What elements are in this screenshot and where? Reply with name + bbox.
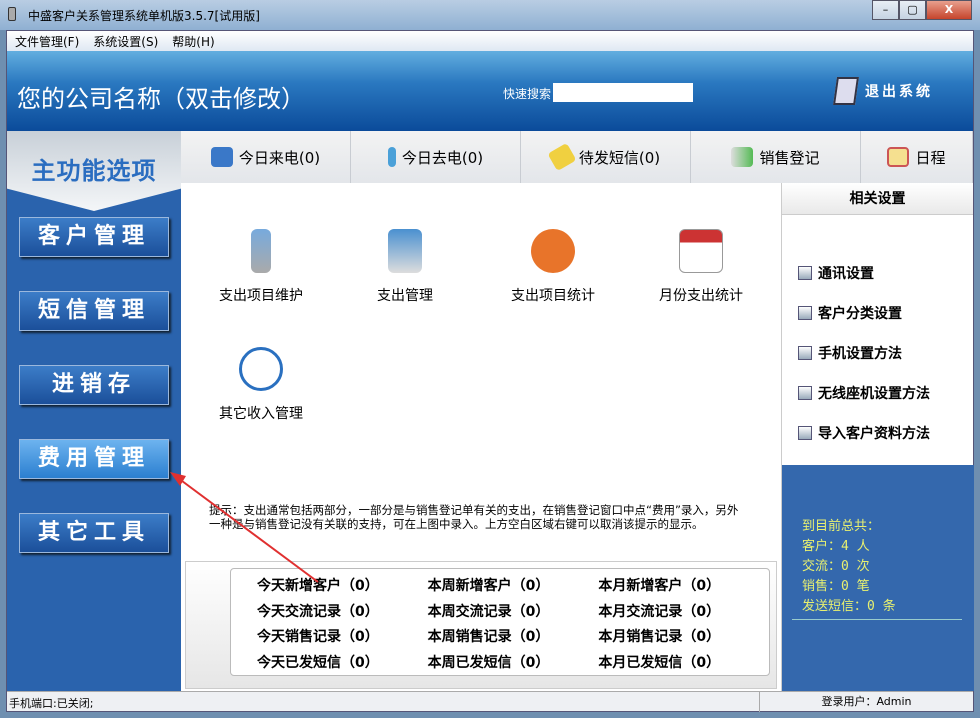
nav-other-tools[interactable]: 其它工具 xyxy=(19,513,169,553)
calendar-icon xyxy=(679,229,723,273)
stat-item: 今天新增客户（0） xyxy=(257,578,379,594)
tab-outgoing-calls[interactable]: 今日去电(0) xyxy=(351,131,521,183)
menu-system-settings[interactable]: 系统设置(S) xyxy=(93,33,158,50)
stat-item: 今天交流记录（0） xyxy=(257,603,379,620)
exit-button[interactable]: 退出系统 xyxy=(833,77,933,105)
link-label: 客户分类设置 xyxy=(818,306,902,322)
link-phone-setup[interactable]: 手机设置方法 xyxy=(798,343,902,363)
title-bar: 中盛客户关系管理系统单机版3.5.7[试用版] – ▢ X xyxy=(0,0,980,30)
sidebar: 主功能选项 客户管理 短信管理 进销存 费用管理 其它工具 xyxy=(7,131,181,691)
port-status: 手机端口:已关闭; xyxy=(9,697,94,710)
menu-bar: 文件管理(F) 系统设置(S) 帮助(H) xyxy=(7,31,973,51)
login-user: 登录用户：Admin xyxy=(759,692,973,712)
document-icon xyxy=(798,266,812,280)
link-label: 无线座机设置方法 xyxy=(818,386,930,402)
header-banner: 您的公司名称（双击修改） 快速搜索 退出系统 xyxy=(7,51,973,131)
stat-item: 本月新增客户（0） xyxy=(598,578,721,594)
tab-label: 今日去电(0) xyxy=(401,148,484,167)
expense-management[interactable]: 支出管理 xyxy=(345,229,465,305)
expense-item-statistics[interactable]: 支出项目统计 xyxy=(493,229,613,305)
app-icon xyxy=(8,7,16,21)
tab-schedule[interactable]: 日程 xyxy=(861,131,973,183)
link-import-customers[interactable]: 导入客户资料方法 xyxy=(798,423,930,443)
stat-item: 本周新增客户（0） xyxy=(427,578,550,594)
tab-label: 销售登记 xyxy=(759,148,820,167)
math-operators-icon xyxy=(531,229,575,273)
function-label: 其它收入管理 xyxy=(219,406,303,422)
menu-help[interactable]: 帮助(H) xyxy=(172,33,214,50)
sidebar-title: 主功能选项 xyxy=(7,131,181,211)
document-icon xyxy=(798,426,812,440)
settings-panel: 相关设置 通讯设置 客户分类设置 手机设置方法 无线座机设置方法 导入客户资料方… xyxy=(781,183,974,691)
monthly-expense-statistics[interactable]: 月份支出统计 xyxy=(641,229,761,305)
stat-item: 本周已发短信（0） xyxy=(427,654,550,671)
function-label: 支出管理 xyxy=(377,288,433,304)
calendar-clock-icon xyxy=(887,147,910,167)
function-label: 支出项目统计 xyxy=(511,288,595,304)
nav-expense-management[interactable]: 费用管理 xyxy=(19,439,169,479)
calculator-icon xyxy=(251,229,271,273)
envelope-icon xyxy=(547,142,577,172)
tab-label: 待发短信(0) xyxy=(578,148,661,167)
monitor-icon xyxy=(833,77,859,105)
tab-incoming-calls[interactable]: 今日来电(0) xyxy=(181,131,351,183)
phone-in-icon xyxy=(210,147,233,167)
link-label: 通讯设置 xyxy=(818,266,874,282)
stat-item: 今天销售记录（0） xyxy=(257,629,379,645)
tip-text: 提示：支出通常包括两部分，一部分是与销售登记单有关的支出，在销售登记窗口中点“费… xyxy=(209,503,739,531)
statistics-panel: 今天新增客户（0） 本周新增客户（0） 本月新增客户（0） 今天交流记录（0） 本周交流… xyxy=(185,561,777,689)
divider xyxy=(792,619,962,620)
main-content: 支出项目维护 支出管理 支出项目统计 月份支出统计 其它收入管理 提示：支出通常… xyxy=(181,183,781,691)
expense-item-maintenance[interactable]: 支出项目维护 xyxy=(201,229,321,305)
search-label: 快速搜索 xyxy=(503,87,552,101)
totals-heading: 到目前总共： xyxy=(802,519,881,534)
totals-sales: 销售：0 笔 xyxy=(802,579,870,594)
link-label: 手机设置方法 xyxy=(818,346,902,362)
minimize-button[interactable]: – xyxy=(872,0,899,20)
sales-icon xyxy=(731,147,754,167)
phone-out-icon xyxy=(387,147,396,167)
nav-sms-management[interactable]: 短信管理 xyxy=(19,291,169,331)
stat-item: 本月交流记录（0） xyxy=(598,603,721,620)
totals-sms: 发送短信：0 条 xyxy=(802,599,896,614)
maximize-button[interactable]: ▢ xyxy=(899,0,926,20)
stat-item: 本月销售记录（0） xyxy=(598,629,721,645)
tab-sales-register[interactable]: 销售登记 xyxy=(691,131,861,183)
stat-item: 本月已发短信（0） xyxy=(598,654,721,671)
function-label: 支出项目维护 xyxy=(219,288,303,304)
close-button[interactable]: X xyxy=(926,0,972,20)
spreadsheet-icon xyxy=(388,229,422,273)
stat-item: 本周交流记录（0） xyxy=(427,603,550,620)
tab-label: 今日来电(0) xyxy=(238,148,321,167)
status-bar: 手机端口:已关闭; 登录用户：Admin xyxy=(7,691,973,712)
totals-communications: 交流：0 次 xyxy=(802,559,870,574)
link-communication-settings[interactable]: 通讯设置 xyxy=(798,263,874,283)
link-wireless-phone-setup[interactable]: 无线座机设置方法 xyxy=(798,383,930,403)
link-customer-category-settings[interactable]: 客户分类设置 xyxy=(798,303,902,323)
function-label: 月份支出统计 xyxy=(659,288,743,304)
settings-title: 相关设置 xyxy=(782,183,973,215)
other-income-management[interactable]: 其它收入管理 xyxy=(201,347,321,423)
window-title: 中盛客户关系管理系统单机版3.5.7[试用版] xyxy=(28,9,260,23)
stat-item: 今天已发短信（0） xyxy=(257,654,379,671)
company-name[interactable]: 您的公司名称（双击修改） xyxy=(17,79,305,114)
stat-item: 本周销售记录（0） xyxy=(427,629,550,645)
clock-coins-icon xyxy=(239,347,283,391)
tab-label: 日程 xyxy=(915,148,946,167)
exit-label: 退出系统 xyxy=(865,84,933,100)
link-label: 导入客户资料方法 xyxy=(818,426,930,442)
document-icon xyxy=(798,306,812,320)
totals-customers: 客户：4 人 xyxy=(802,539,870,554)
document-icon xyxy=(798,386,812,400)
quick-search-input[interactable] xyxy=(553,83,693,102)
nav-inventory[interactable]: 进销存 xyxy=(19,365,169,405)
tab-pending-sms[interactable]: 待发短信(0) xyxy=(521,131,691,183)
nav-customer-management[interactable]: 客户管理 xyxy=(19,217,169,257)
quick-tabs: 今日来电(0) 今日去电(0) 待发短信(0) 销售登记 日程 xyxy=(181,131,973,183)
menu-file[interactable]: 文件管理(F) xyxy=(15,33,79,50)
totals-panel: 到目前总共： 客户：4 人 交流：0 次 销售：0 笔 发送短信：0 条 xyxy=(782,465,974,691)
document-icon xyxy=(798,346,812,360)
